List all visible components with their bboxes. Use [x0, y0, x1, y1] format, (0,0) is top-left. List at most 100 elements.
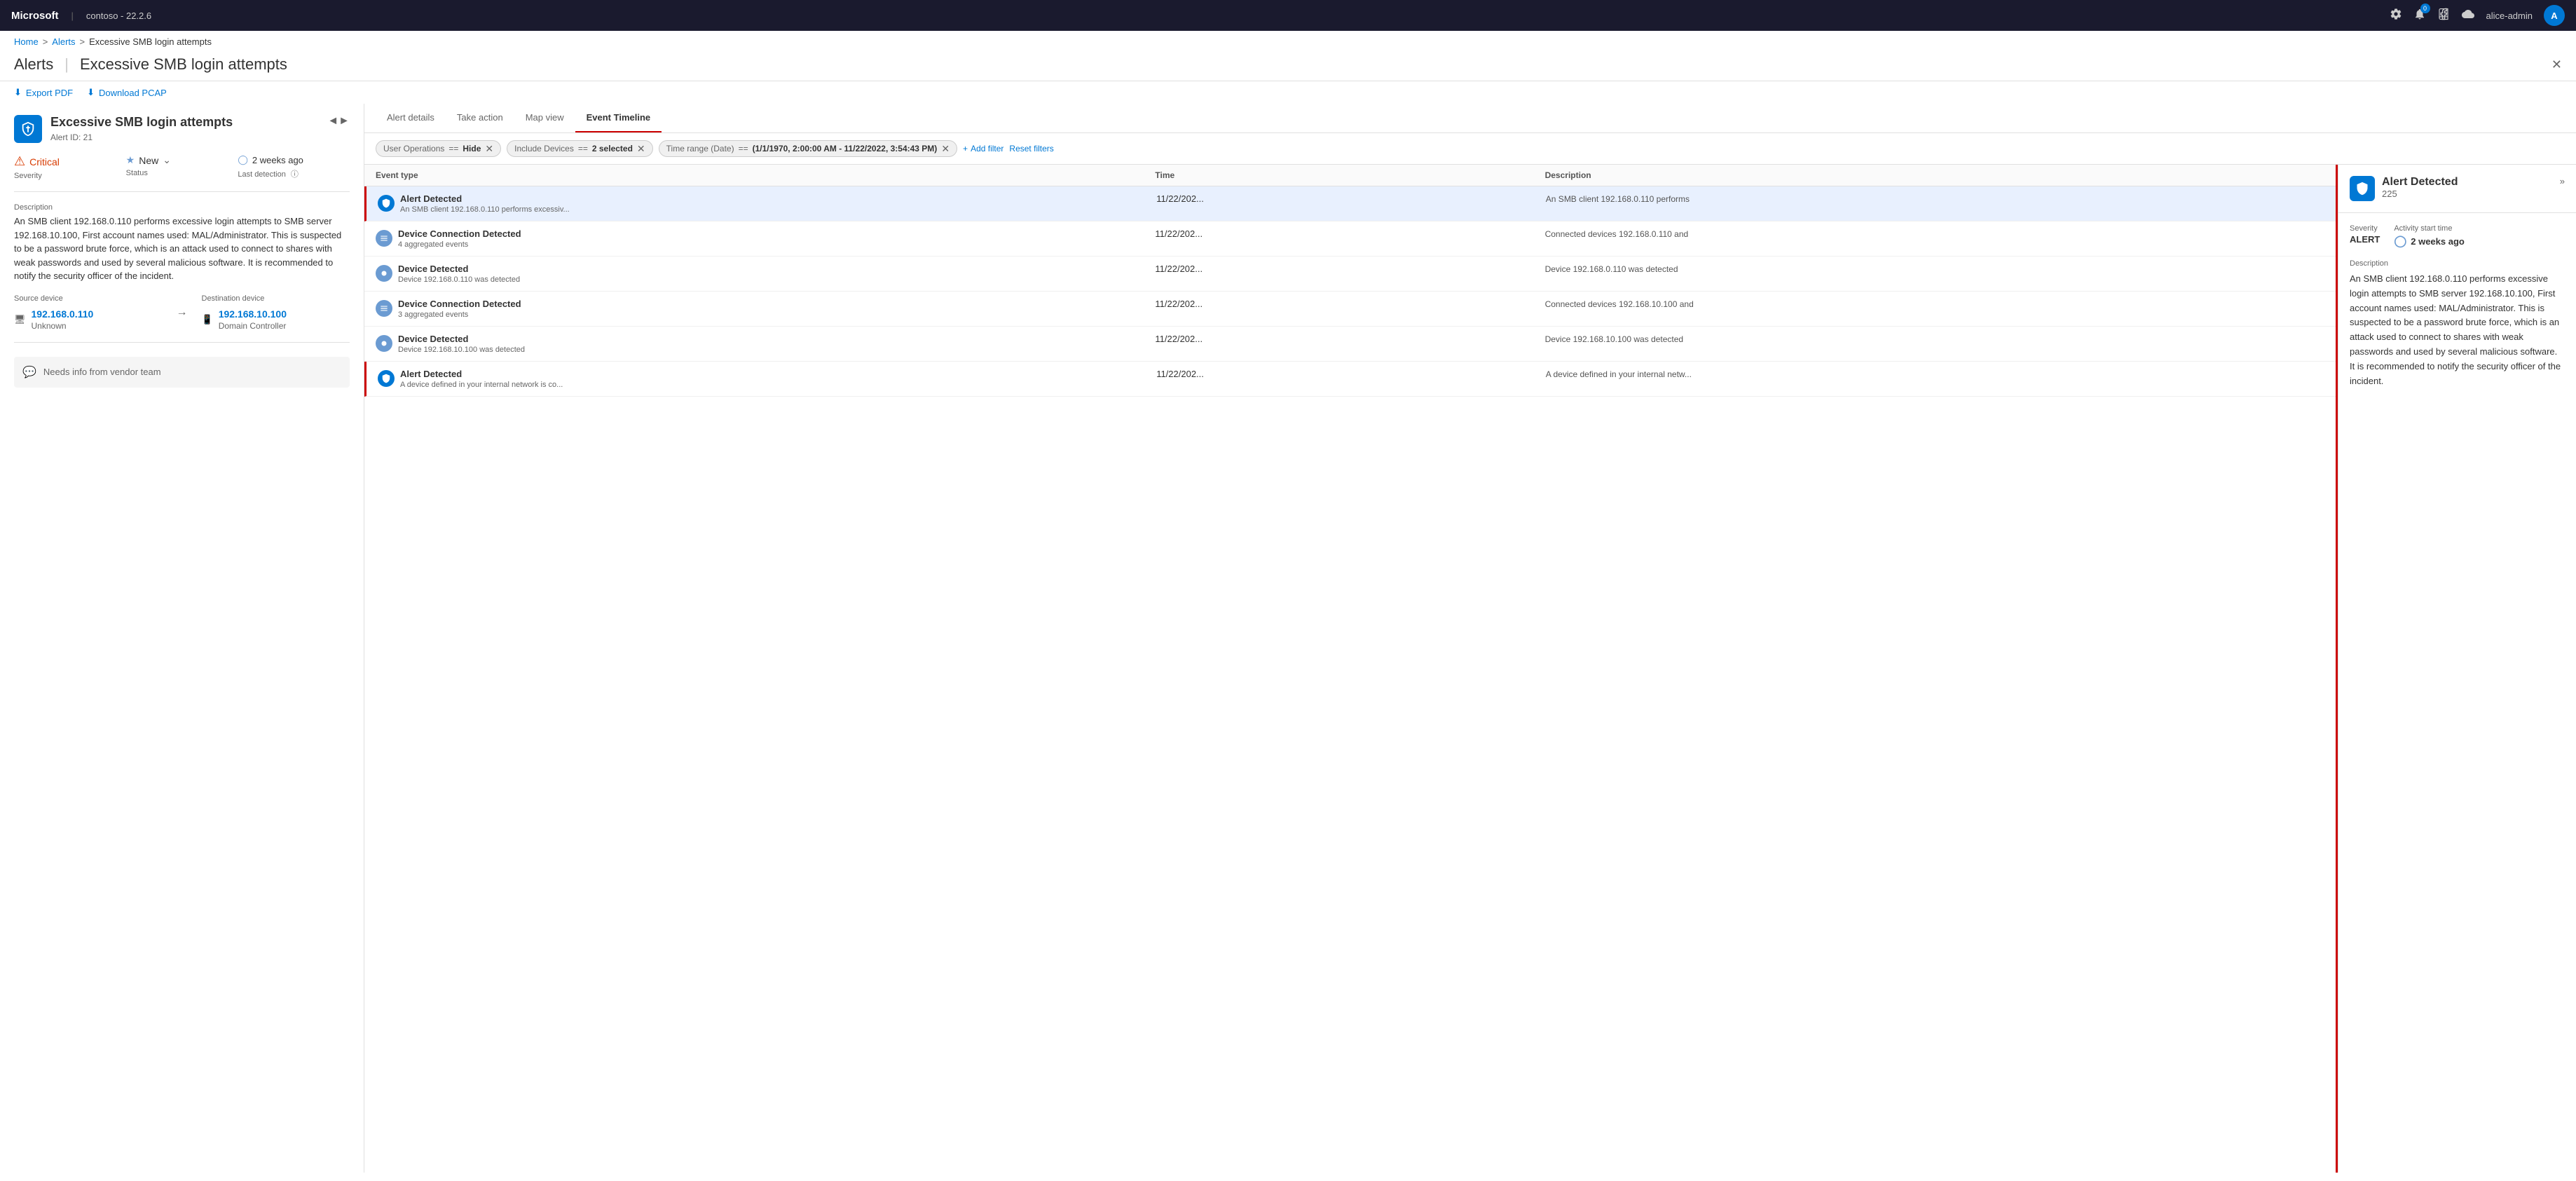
event-desc: An SMB client 192.168.0.110 performs: [1546, 193, 2324, 205]
source-device: Source device 🖥 192.168.0.110 Unknown: [14, 294, 163, 331]
add-filter-button[interactable]: + Add filter: [963, 144, 1003, 153]
device-icon-2: [376, 265, 392, 282]
event-sub: Device 192.168.10.100 was detected: [398, 346, 525, 354]
source-device-ip[interactable]: 192.168.0.110: [32, 308, 94, 320]
filter-include-devices-close[interactable]: ✕: [637, 144, 645, 153]
status-value: ★ New ⌄: [126, 154, 238, 166]
detection-item: ◯ 2 weeks ago Last detection ⓘ: [238, 154, 350, 180]
breadcrumb-current: Excessive SMB login attempts: [89, 36, 212, 47]
filter-time-range-close[interactable]: ✕: [941, 144, 950, 153]
tenant-info: contoso - 22.2.6: [86, 11, 151, 21]
event-type-cell: Device Connection Detected 3 aggregated …: [376, 299, 1155, 319]
top-navigation: Microsoft | contoso - 22.2.6 0 alice-adm…: [0, 0, 2576, 31]
filters-bar: User Operations == Hide ✕ Include Device…: [364, 133, 2576, 165]
status-item: ★ New ⌄ Status: [126, 154, 238, 180]
event-desc: A device defined in your internal netw..…: [1546, 369, 2324, 381]
device-icon: [376, 230, 392, 247]
event-type-cell: Device Detected Device 192.168.10.100 wa…: [376, 334, 1155, 354]
table-row[interactable]: Device Detected Device 192.168.0.110 was…: [364, 257, 2336, 292]
alert-shield-icon: [14, 115, 42, 143]
download-pcap-button[interactable]: ⬇ Download PCAP: [87, 87, 167, 98]
cloud-icon[interactable]: [2461, 8, 2475, 24]
tab-event-timeline[interactable]: Event Timeline: [575, 104, 662, 132]
server-icon: 📱: [202, 314, 213, 325]
main-content: Excessive SMB login attempts Alert ID: 2…: [0, 104, 2576, 1173]
comment-section: 💬 Needs info from vendor team: [14, 357, 350, 388]
left-panel: Excessive SMB login attempts Alert ID: 2…: [0, 104, 364, 1173]
devices-section: Source device 🖥 192.168.0.110 Unknown → …: [14, 294, 350, 343]
device-detected-icon: [376, 335, 392, 352]
info-icon[interactable]: ⓘ: [291, 170, 299, 179]
event-table-wrapper: Event type Time Description Alert Detect…: [364, 165, 2576, 1173]
device-connection-icon: [376, 300, 392, 317]
dest-device-ip[interactable]: 192.168.10.100: [219, 308, 287, 320]
event-table: Event type Time Description Alert Detect…: [364, 165, 2338, 1173]
severity-label: Severity: [14, 172, 126, 180]
event-time: 11/22/202...: [1155, 334, 1544, 344]
status-row: ⚠ Critical Severity ★ New ⌄ Status ◯ 2 w…: [14, 154, 350, 192]
right-panel: Alert details Take action Map view Event…: [364, 104, 2576, 1173]
tab-map-view[interactable]: Map view: [514, 104, 575, 132]
nav-right-section: 0 alice-admin A: [2390, 5, 2565, 26]
download-icon: ⬇: [14, 87, 22, 98]
status-dropdown-icon[interactable]: ⌄: [163, 154, 171, 166]
user-avatar[interactable]: A: [2544, 5, 2565, 26]
breadcrumb-home[interactable]: Home: [14, 36, 39, 47]
detail-time-sub: Activity start time: [2394, 224, 2465, 233]
comment-icon: 💬: [22, 365, 36, 379]
event-name: Device Detected: [398, 264, 520, 274]
settings-icon[interactable]: [2390, 8, 2402, 24]
detail-desc-label: Description: [2350, 259, 2565, 268]
table-row[interactable]: Device Detected Device 192.168.10.100 wa…: [364, 327, 2336, 362]
detection-label: Last detection ⓘ: [238, 168, 350, 179]
event-name: Device Detected: [398, 334, 525, 344]
event-time: 11/22/202...: [1155, 228, 1544, 239]
close-icon[interactable]: ✕: [2551, 57, 2562, 72]
warning-icon: ⚠: [14, 154, 25, 169]
detail-panel-header: Alert Detected 225 »: [2338, 165, 2576, 213]
detection-value: ◯ 2 weeks ago: [238, 154, 350, 165]
toolbar: ⬇ Export PDF ⬇ Download PCAP: [0, 81, 2576, 104]
detail-severity: Severity ALERT: [2350, 224, 2380, 248]
table-row[interactable]: Device Connection Detected 4 aggregated …: [364, 221, 2336, 257]
breadcrumb-alerts[interactable]: Alerts: [52, 36, 75, 47]
event-desc: Connected devices 192.168.10.100 and: [1545, 299, 2324, 310]
detail-expand-icon[interactable]: »: [2560, 176, 2565, 186]
table-row[interactable]: Alert Detected An SMB client 192.168.0.1…: [364, 186, 2336, 221]
event-sub: A device defined in your internal networ…: [400, 381, 563, 389]
filter-user-operations-close[interactable]: ✕: [485, 144, 493, 153]
page-title: Alerts: [14, 55, 53, 74]
reset-filters-button[interactable]: Reset filters: [1009, 144, 1053, 153]
username-label: alice-admin: [2486, 11, 2533, 21]
detail-count: 225: [2382, 189, 2458, 199]
severity-value: ⚠ Critical: [14, 154, 126, 169]
tab-alert-details[interactable]: Alert details: [376, 104, 446, 132]
table-row[interactable]: Alert Detected A device defined in your …: [364, 362, 2336, 397]
export-pdf-label: Export PDF: [26, 88, 73, 98]
tab-take-action[interactable]: Take action: [446, 104, 514, 132]
filter-time-range: Time range (Date) == (1/1/1970, 2:00:00 …: [659, 140, 957, 157]
event-type-cell: Alert Detected A device defined in your …: [378, 369, 1156, 389]
col-event-type: Event type: [376, 170, 1155, 180]
book-icon[interactable]: [2437, 8, 2450, 24]
event-time: 11/22/202...: [1155, 264, 1544, 274]
event-sub: An SMB client 192.168.0.110 performs exc…: [400, 205, 570, 214]
col-time: Time: [1155, 170, 1544, 180]
event-type-cell: Alert Detected An SMB client 192.168.0.1…: [378, 193, 1156, 214]
export-pdf-button[interactable]: ⬇ Export PDF: [14, 87, 73, 98]
notification-icon[interactable]: 0: [2413, 8, 2426, 24]
event-time: 11/22/202...: [1156, 193, 1546, 204]
page-subtitle: Excessive SMB login attempts: [80, 55, 287, 74]
table-row[interactable]: Device Connection Detected 3 aggregated …: [364, 292, 2336, 327]
detail-shield-icon: [2350, 176, 2375, 201]
notification-badge: 0: [2420, 4, 2430, 13]
source-device-label: Source device: [14, 294, 163, 303]
event-time: 11/22/202...: [1156, 369, 1546, 379]
alert-detected-icon: [378, 370, 395, 387]
download-icon-2: ⬇: [87, 87, 95, 98]
collapse-button[interactable]: ◄►: [327, 115, 350, 128]
comment-text: Needs info from vendor team: [43, 367, 161, 377]
table-header: Event type Time Description: [364, 165, 2336, 186]
event-name: Alert Detected: [400, 369, 563, 379]
description-text: An SMB client 192.168.0.110 performs exc…: [14, 214, 350, 283]
